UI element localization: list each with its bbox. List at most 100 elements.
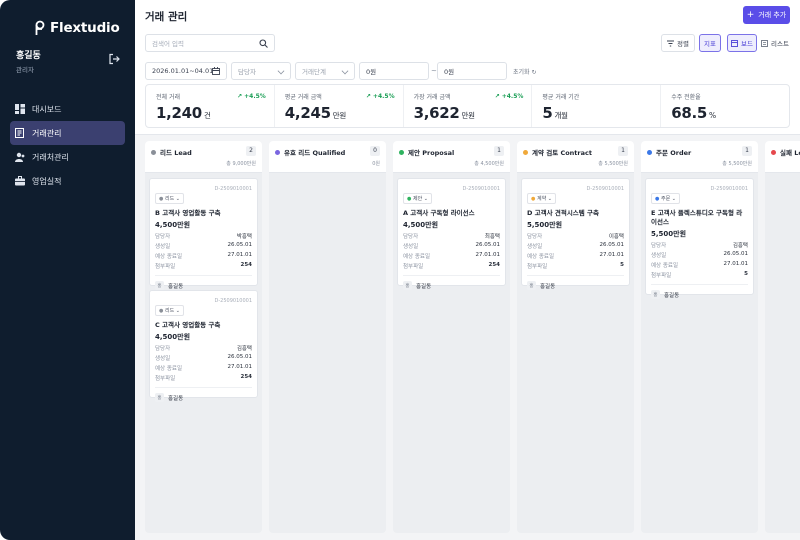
page-title: 거래 관리 — [145, 11, 188, 23]
stage-color-dot — [647, 149, 652, 155]
min-amount-value: 0원 — [366, 68, 377, 76]
nav-item-clients[interactable]: 거래처관리 — [10, 145, 125, 169]
board-view-button[interactable]: 보드 — [727, 34, 757, 52]
deal-card[interactable]: ● 계약 ⌄ D-2509010001 D 고객사 견적시스템 구축 5,500만원 담… — [521, 178, 630, 290]
kanban-column: 유효 리드 Qualified 0 0원 — [269, 141, 386, 533]
calendar-icon — [212, 67, 220, 75]
search-icon[interactable] — [259, 39, 268, 48]
column-count: 1 — [742, 146, 752, 156]
stat-delta: ↗ +4.5% — [365, 93, 395, 100]
field-value: 27.01.01 — [599, 252, 625, 258]
stage-select[interactable]: 거래단계 — [295, 62, 355, 80]
column-name: 제안 Proposal — [408, 149, 455, 157]
column-title: 유효 리드 Qualified — [275, 147, 380, 157]
sort-button[interactable]: 정렬 — [661, 34, 695, 52]
app-logo[interactable]: Flextudio — [32, 20, 120, 36]
add-deal-button[interactable]: + 거래 추가 — [743, 6, 790, 24]
card-field: 생성일 26.05.01 — [527, 242, 624, 250]
chevron-down-icon — [277, 67, 285, 75]
stat-avg-amount: 평균 거래 금액 4,245 만원 ↗ +4.5% — [275, 85, 404, 127]
stat-value: 68.5% — [671, 104, 716, 122]
chevron-down-icon: ⌄ — [547, 196, 552, 202]
field-label: 담당자 — [651, 243, 667, 249]
chevron-down-icon: ⌄ — [175, 308, 180, 314]
list-view-button[interactable]: 리스트 — [759, 34, 791, 52]
stat-delta: ↗ +4.5% — [237, 93, 266, 100]
max-amount-input[interactable]: 0원 — [437, 62, 507, 80]
column-title: 주문 Order — [647, 147, 752, 157]
field-value: 26.05.01 — [227, 242, 253, 248]
nav-label: 영업실적 — [32, 176, 62, 186]
deal-title: A 고객사 구독형 라이선스 — [403, 209, 475, 217]
column-count: 0 — [370, 146, 380, 156]
board-icon — [731, 39, 738, 47]
card-field: 생성일 26.05.01 — [155, 242, 252, 250]
briefcase-icon — [15, 176, 25, 186]
nav-label: 거래관리 — [32, 128, 62, 138]
stage-placeholder: 거래단계 — [302, 68, 326, 76]
stage-color-dot — [771, 149, 776, 155]
reset-filters-button[interactable]: 초기화 ↻ — [513, 67, 537, 76]
field-label: 생성일 — [527, 244, 543, 250]
kanban-column: 주문 Order 1 총 5,500만원 ● 주문 ⌄ D-2509010001 E 고객… — [641, 141, 758, 533]
column-header[interactable]: 실패 Lo — [765, 141, 800, 173]
stage-chip[interactable]: ● 리드 ⌄ — [155, 305, 184, 316]
field-value: 5 — [744, 271, 748, 277]
search-input[interactable]: 검색어 입력 — [145, 34, 275, 52]
user-role: 관리자 — [16, 66, 34, 74]
column-header[interactable]: 리드 Lead 2 총 9,000만원 — [145, 141, 262, 173]
field-label: 담당자 — [155, 346, 171, 352]
card-field: 생성일 26.05.01 — [651, 251, 748, 259]
deal-id: D-2509010001 — [214, 186, 252, 192]
board-label: 보드 — [741, 40, 753, 48]
field-value: 27.01.01 — [475, 252, 501, 258]
max-amount-value: 0원 — [444, 68, 455, 76]
column-header[interactable]: 제안 Proposal 1 총 4,500만원 — [393, 141, 510, 173]
deal-title: E 고객사 플렉스튜디오 구독형 라이선스 — [651, 209, 743, 226]
nav-item-dashboard[interactable]: 대시보드 — [10, 97, 125, 121]
field-value: 김흥택 — [732, 243, 748, 249]
field-label: 예상 종료일 — [651, 263, 679, 269]
stage-chip[interactable]: ● 주문 ⌄ — [651, 193, 680, 204]
field-value: 26.05.01 — [475, 242, 501, 248]
nav-label: 대시보드 — [32, 104, 62, 114]
min-amount-input[interactable]: 0원 — [359, 62, 429, 80]
field-label: 첨부파일 — [155, 376, 176, 382]
owner-select[interactable]: 담당자 — [231, 62, 291, 80]
column-total: 0원 — [372, 161, 380, 167]
stage-color-dot — [151, 149, 156, 155]
deal-amount: 4,500만원 — [403, 221, 439, 229]
column-count: 1 — [494, 146, 504, 156]
stage-dot-icon: ● — [407, 196, 412, 202]
logout-icon[interactable] — [108, 53, 120, 65]
card-field: 생성일 26.05.01 — [403, 242, 500, 250]
stage-chip[interactable]: ● 리드 ⌄ — [155, 193, 184, 204]
stat-value: 3,622 만원 — [413, 104, 475, 122]
stage-chip[interactable]: ● 제안 ⌄ — [403, 193, 432, 204]
stage-chip[interactable]: ● 계약 ⌄ — [527, 193, 556, 204]
field-value: 27.01.01 — [723, 261, 749, 267]
column-total: 총 5,500만원 — [722, 161, 752, 167]
column-header[interactable]: 주문 Order 1 총 5,500만원 — [641, 141, 758, 173]
kanban-column: 제안 Proposal 1 총 4,500만원 ● 제안 ⌄ D-2509010001 A… — [393, 141, 510, 533]
nav-item-deals[interactable]: 거래관리 — [10, 121, 125, 145]
deal-card[interactable]: ● 제안 ⌄ D-2509010001 A 고객사 구독형 라이선스 4,500만원 담… — [397, 178, 506, 290]
field-value: 26.05.01 — [599, 242, 625, 248]
field-label: 예상 종료일 — [403, 254, 431, 260]
nav-item-sales[interactable]: 영업실적 — [10, 169, 125, 193]
metric-toggle[interactable]: 지표 — [699, 34, 721, 52]
card-field: 예상 종료일 27.01.01 — [651, 261, 748, 269]
stat-value: 4,245 만원 — [284, 104, 346, 122]
stat-top-amount: 가장 거래 금액 3,622 만원 ↗ +4.5% — [404, 85, 533, 127]
dashboard-icon — [15, 104, 25, 114]
date-range-picker[interactable]: 2026.01.01~04.01 — [145, 62, 227, 80]
column-header[interactable]: 유효 리드 Qualified 0 0원 — [269, 141, 386, 173]
deal-card[interactable]: ● 주문 ⌄ D-2509010001 E 고객사 플렉스튜디오 구독형 라이선스 5… — [645, 178, 754, 299]
column-header[interactable]: 계약 검토 Contract 1 총 5,500만원 — [517, 141, 634, 173]
stat-total-deals: 전체 거래 1,240 건 ↗ +4.5% — [146, 85, 275, 127]
deal-card[interactable]: ● 리드 ⌄ D-2509010001 B 고객사 영업활동 구축 4,500만원 담당… — [149, 178, 258, 290]
column-name: 유효 리드 Qualified — [284, 149, 346, 157]
deal-amount: 4,500만원 — [155, 221, 191, 229]
avatar: 홍 — [651, 290, 660, 299]
deal-card[interactable]: ● 리드 ⌄ D-2509010001 C 고객사 영업활동 구축 4,500만원 담당… — [149, 290, 258, 402]
